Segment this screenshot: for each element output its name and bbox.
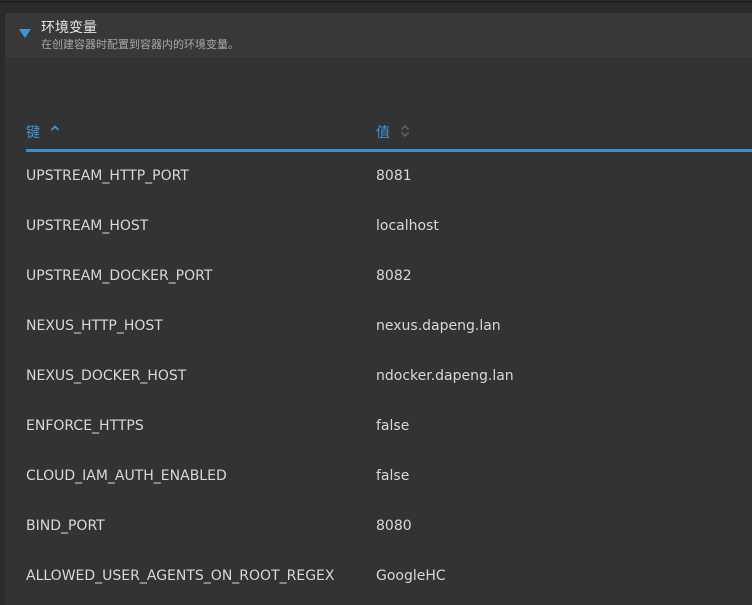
row-key: UPSTREAM_HTTP_PORT <box>26 168 189 184</box>
row-key: NEXUS_HTTP_HOST <box>26 318 163 334</box>
row-key: UPSTREAM_HOST <box>26 218 149 234</box>
sort-icon[interactable] <box>400 124 410 138</box>
env-vars-table: 键 值 UPSTREAM_HTTP_PORT 8081 UPSTREAM_HOS… <box>26 116 752 602</box>
row-key: ENFORCE_HTTPS <box>26 418 144 434</box>
column-header-key[interactable]: 键 <box>26 124 60 142</box>
row-key: BIND_PORT <box>26 518 105 534</box>
table-row: ALLOWED_USER_AGENTS_ON_ROOT_REGEX Google… <box>26 552 752 602</box>
row-value: 8080 <box>376 518 412 534</box>
top-strip <box>0 0 752 13</box>
row-value: false <box>376 468 410 484</box>
table-row: UPSTREAM_HTTP_PORT 8081 <box>26 152 752 202</box>
table-body: UPSTREAM_HTTP_PORT 8081 UPSTREAM_HOST lo… <box>26 152 752 602</box>
table-row: UPSTREAM_DOCKER_PORT 8082 <box>26 252 752 302</box>
row-value: nexus.dapeng.lan <box>376 318 501 334</box>
sort-ascending-icon[interactable] <box>50 124 60 138</box>
panel-title: 环境变量 <box>41 20 97 36</box>
table-row: UPSTREAM_HOST localhost <box>26 202 752 252</box>
row-value: ndocker.dapeng.lan <box>376 368 514 384</box>
row-key: CLOUD_IAM_AUTH_ENABLED <box>26 468 227 484</box>
divider <box>0 1 752 3</box>
row-value: GoogleHC <box>376 568 446 584</box>
table-row: NEXUS_DOCKER_HOST ndocker.dapeng.lan <box>26 352 752 402</box>
panel-header-toggle[interactable]: 环境变量 在创建容器时配置到容器内的环境变量。 <box>5 13 752 59</box>
row-key: UPSTREAM_DOCKER_PORT <box>26 268 213 284</box>
env-vars-panel: 环境变量 在创建容器时配置到容器内的环境变量。 键 值 UPSTREAM_HTT… <box>4 13 752 605</box>
row-value: localhost <box>376 218 439 234</box>
caret-down-icon[interactable] <box>19 29 31 38</box>
column-header-value-label: 值 <box>376 125 390 141</box>
row-value: 8082 <box>376 268 412 284</box>
row-key: ALLOWED_USER_AGENTS_ON_ROOT_REGEX <box>26 568 335 584</box>
app-frame: 环境变量 在创建容器时配置到容器内的环境变量。 键 值 UPSTREAM_HTT… <box>0 0 752 605</box>
row-value: 8081 <box>376 168 412 184</box>
table-row: ENFORCE_HTTPS false <box>26 402 752 452</box>
panel-subtitle: 在创建容器时配置到容器内的环境变量。 <box>41 38 239 51</box>
table-row: CLOUD_IAM_AUTH_ENABLED false <box>26 452 752 502</box>
row-value: false <box>376 418 410 434</box>
table-row: NEXUS_HTTP_HOST nexus.dapeng.lan <box>26 302 752 352</box>
table-header: 键 值 <box>26 116 752 152</box>
table-row: BIND_PORT 8080 <box>26 502 752 552</box>
row-key: NEXUS_DOCKER_HOST <box>26 368 187 384</box>
column-header-key-label: 键 <box>26 125 40 141</box>
column-header-value[interactable]: 值 <box>376 124 410 142</box>
